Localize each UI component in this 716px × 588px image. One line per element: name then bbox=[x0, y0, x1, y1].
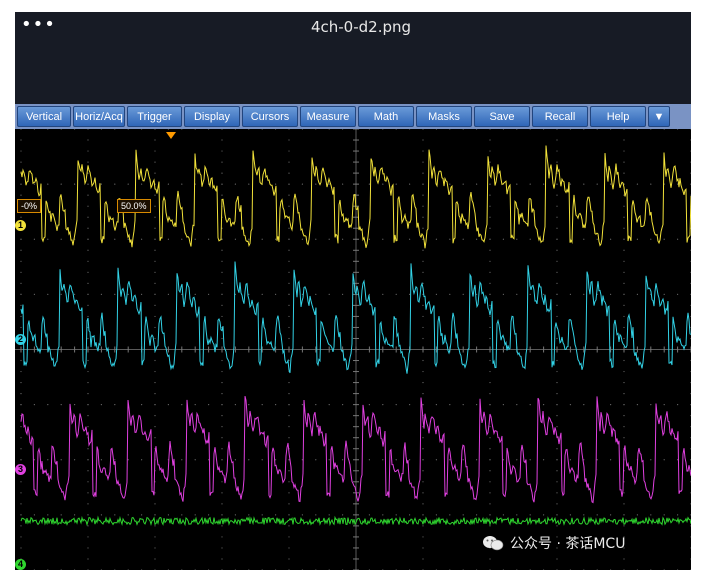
waveform-canvas bbox=[15, 129, 691, 570]
position-marker-left: -0% bbox=[17, 199, 42, 213]
menu-help[interactable]: Help bbox=[590, 106, 646, 127]
ch4-ground-marker[interactable]: 4 bbox=[15, 559, 26, 570]
menu-display[interactable]: Display bbox=[184, 106, 240, 127]
menu-save[interactable]: Save bbox=[474, 106, 530, 127]
ch3-ground-marker[interactable]: 3 bbox=[15, 464, 26, 475]
menu-measure[interactable]: Measure bbox=[300, 106, 356, 127]
menu-recall[interactable]: Recall bbox=[532, 106, 588, 127]
menu-more-dropdown[interactable]: ▼ bbox=[648, 106, 670, 127]
oscilloscope-display[interactable]: 1 2 3 4 -0% 50.0% bbox=[15, 129, 691, 570]
wechat-icon bbox=[483, 536, 504, 551]
ch1-ground-marker[interactable]: 1 bbox=[15, 220, 26, 231]
ch2-ground-marker[interactable]: 2 bbox=[15, 334, 26, 345]
menu-math[interactable]: Math bbox=[358, 106, 414, 127]
watermark-text: 公众号 · 茶话MCU bbox=[510, 536, 626, 552]
menu-cursors[interactable]: Cursors bbox=[242, 106, 298, 127]
trigger-position-marker bbox=[166, 132, 176, 139]
window-title-bar: ••• 4ch-0-d2.png bbox=[15, 12, 691, 104]
watermark: 公众号 · 茶话MCU bbox=[482, 533, 625, 553]
menu-vertical[interactable]: Vertical bbox=[17, 106, 71, 127]
position-marker-center: 50.0% bbox=[117, 199, 151, 213]
scope-menu-bar: Vertical Horiz/Acq Trigger Display Curso… bbox=[15, 104, 691, 129]
window-title: 4ch-0-d2.png bbox=[310, 18, 412, 36]
menu-trigger[interactable]: Trigger bbox=[127, 106, 182, 127]
menu-horiz-acq[interactable]: Horiz/Acq bbox=[73, 106, 125, 127]
menu-masks[interactable]: Masks bbox=[416, 106, 472, 127]
